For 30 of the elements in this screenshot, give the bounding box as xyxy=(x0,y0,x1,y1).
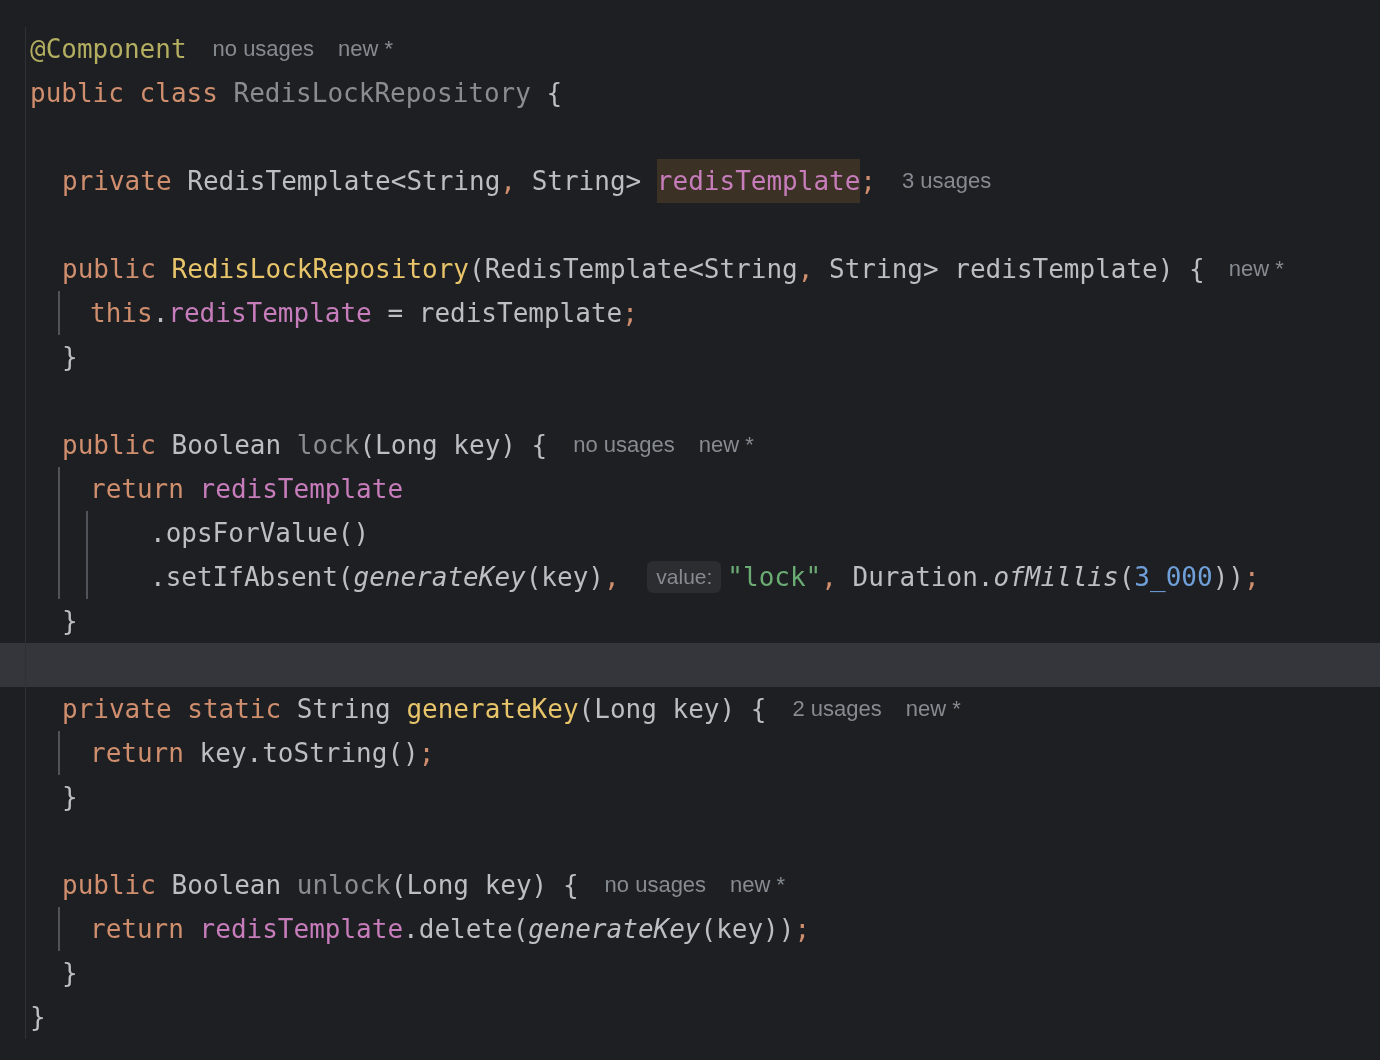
code-text: return key.toString(); xyxy=(90,737,435,770)
code-text: } xyxy=(30,1001,46,1034)
author-hint[interactable]: new * xyxy=(1228,256,1284,282)
author-hint[interactable]: new * xyxy=(730,872,786,898)
usage-hint[interactable]: no usages xyxy=(573,432,675,458)
parameter-hint: value: xyxy=(647,561,722,593)
usage-hint[interactable]: no usages xyxy=(212,36,315,62)
code-text: } xyxy=(62,605,78,638)
usage-hint[interactable]: no usages xyxy=(604,872,707,898)
author-hint[interactable]: new * xyxy=(338,36,394,62)
author-hint[interactable]: new * xyxy=(698,432,754,458)
code-text: return redisTemplate xyxy=(90,473,404,506)
usage-hint[interactable]: 2 usages xyxy=(792,696,882,722)
code-text: "lock", Duration.ofMillis(3_000)); xyxy=(727,561,1260,594)
code-text: public Boolean unlock(Long key) { xyxy=(62,869,579,902)
code-text: } xyxy=(62,957,78,990)
code-text: } xyxy=(62,781,78,814)
usage-hint[interactable]: 3 usages xyxy=(902,168,992,194)
code-text: this.redisTemplate = redisTemplate; xyxy=(90,297,638,330)
code-text: .opsForValue() xyxy=(150,517,370,550)
code-text: public RedisLockRepository(RedisTemplate<String, String> redisTemplate) { xyxy=(62,253,1205,286)
code-text: .setIfAbsent(generateKey(key), xyxy=(150,561,621,594)
code-text: return redisTemplate.delete(generateKey(key)); xyxy=(90,913,811,946)
code-text: public Boolean lock(Long key) { xyxy=(62,429,548,462)
code-text: private static String generateKey(Long key) { xyxy=(62,693,767,726)
code-text: private RedisTemplate<String, String> redisTemplate; xyxy=(62,159,876,203)
author-hint[interactable]: new * xyxy=(905,696,961,722)
code-text: public class RedisLockRepository { xyxy=(30,77,563,110)
code-text: } xyxy=(62,341,78,374)
code-text: @Component xyxy=(30,33,187,66)
